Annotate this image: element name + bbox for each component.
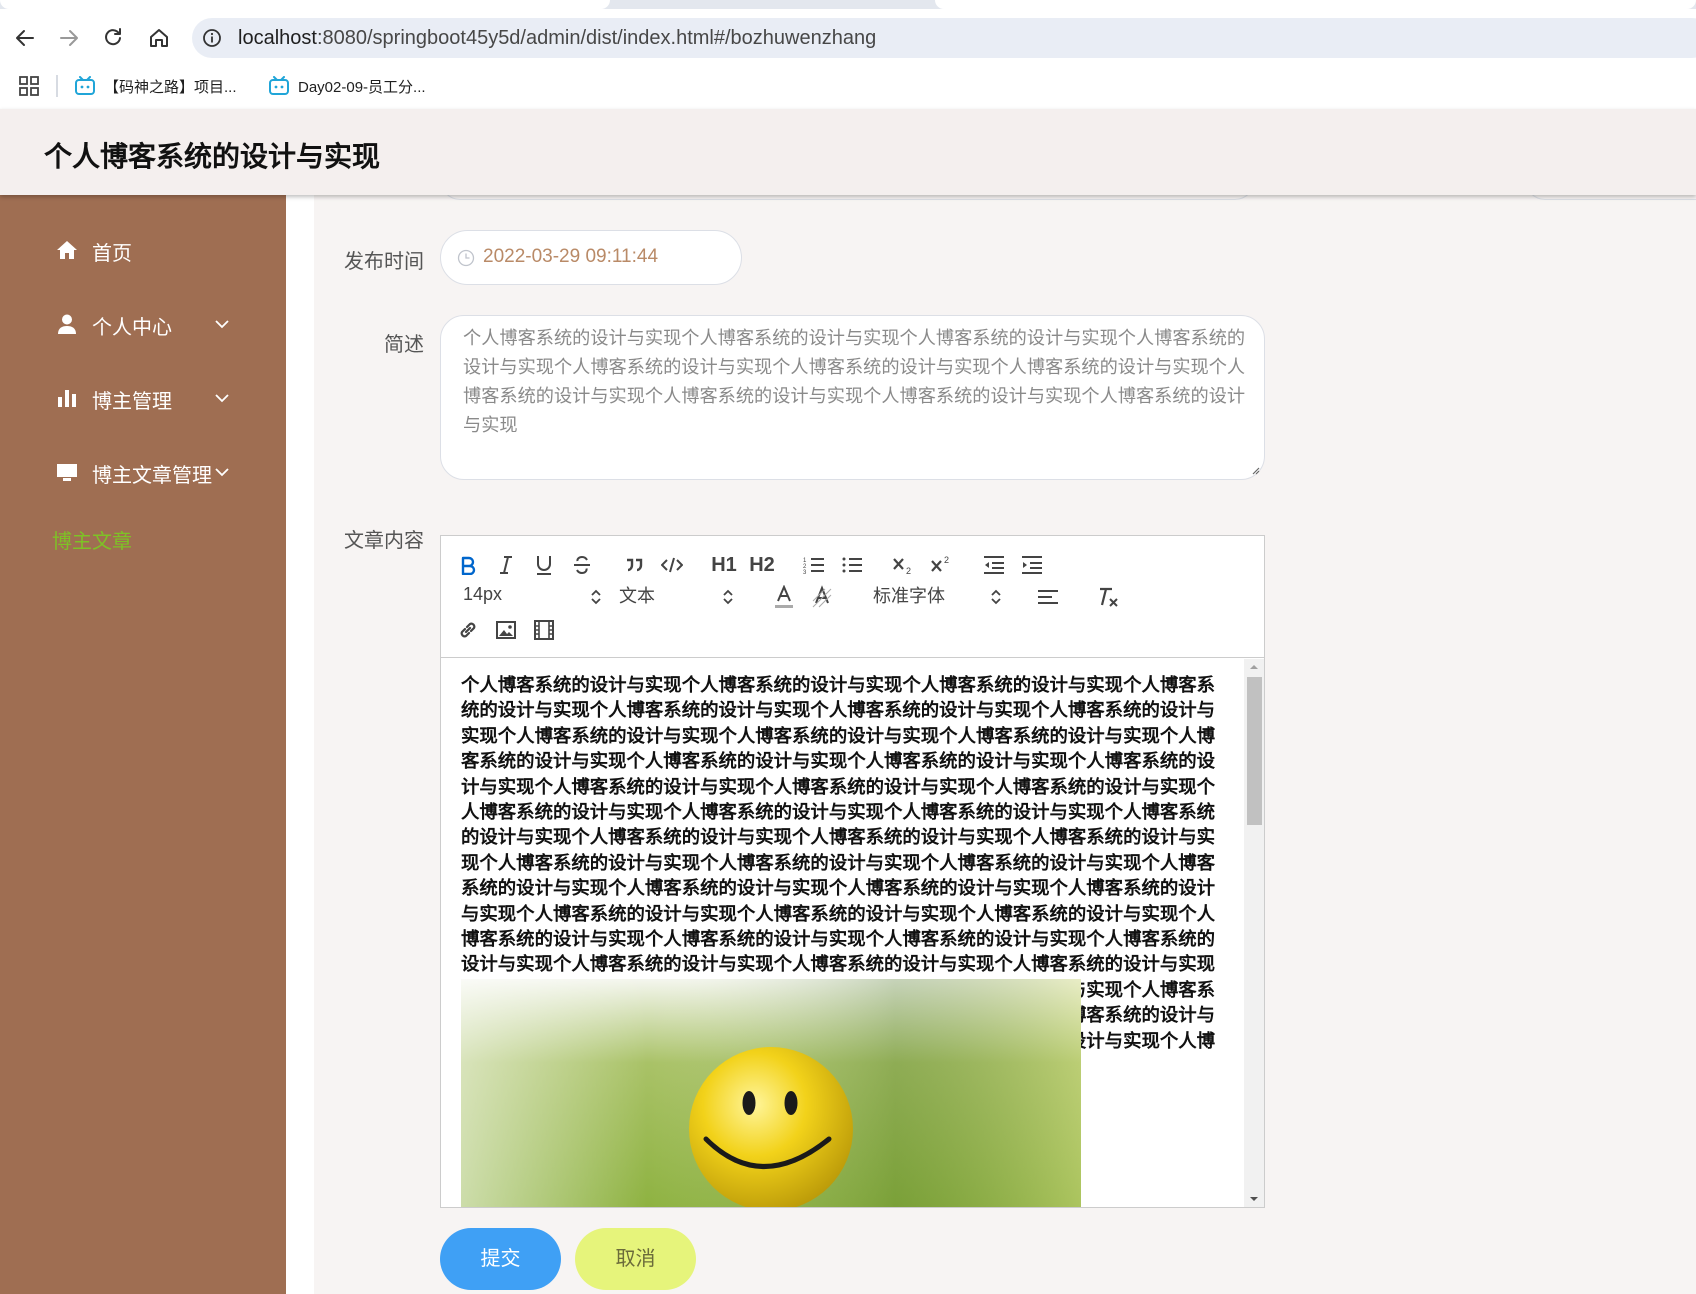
header-format-select[interactable]: 文本 [619, 582, 733, 608]
scroll-up-icon[interactable] [1249, 663, 1259, 671]
underline-icon[interactable] [529, 552, 559, 578]
bookmark-item[interactable]: 【码神之路】项目... [74, 72, 237, 100]
font-size-value: 14px [463, 584, 503, 604]
sidebar-item-label: 博主文章管理 [92, 465, 212, 487]
cancel-button[interactable]: 取消 [575, 1228, 696, 1290]
bullet-list-icon[interactable] [837, 552, 867, 578]
url-text[interactable]: localhost:8080/springboot45y5d/admin/dis… [238, 27, 876, 50]
resize-grip-icon[interactable] [1250, 465, 1260, 475]
reload-icon[interactable] [98, 23, 128, 53]
home-icon [57, 241, 77, 259]
code-block-icon[interactable] [657, 552, 687, 578]
sidebar: 首页 个人中心 博主管理 博主文章管理 博主文章 [0, 195, 286, 1294]
submit-button[interactable]: 提交 [440, 1228, 561, 1290]
scrollbar-thumb[interactable] [1247, 677, 1262, 825]
font-family-value: 标准字体 [873, 586, 945, 606]
font-size-select[interactable]: 14px [463, 584, 601, 610]
home-icon[interactable] [144, 23, 174, 53]
svg-text:3: 3 [803, 570, 807, 575]
rich-text-editor: H1 H2 123 2 2 14px 文本 标准字体 个人博客系统的设计与实现个… [440, 535, 1265, 1208]
text-color-icon[interactable] [769, 584, 799, 610]
sidebar-item-home[interactable]: 首页 [0, 225, 286, 275]
font-family-select[interactable]: 标准字体 [873, 582, 1001, 608]
indent-icon[interactable] [1017, 552, 1047, 578]
sidebar-item-label: 博主管理 [92, 391, 172, 413]
bookmark-label: 【码神之路】项目... [104, 78, 237, 96]
editor-content-area[interactable]: 个人博客系统的设计与实现个人博客系统的设计与实现个人博客系统的设计与实现个人博客… [441, 659, 1264, 1207]
browser-tab[interactable] [935, 0, 1696, 9]
video-icon[interactable] [529, 617, 559, 643]
editor-toolbar: H1 H2 123 2 2 14px 文本 标准字体 [441, 536, 1264, 658]
svg-text:2: 2 [906, 566, 911, 576]
forward-icon[interactable] [54, 23, 84, 53]
svg-text:2: 2 [944, 555, 949, 565]
scroll-down-icon[interactable] [1249, 1195, 1259, 1203]
bilibili-icon [269, 76, 289, 95]
browser-tab-active[interactable] [0, 0, 610, 9]
monitor-icon [57, 464, 77, 481]
browser-tab-strip [0, 0, 1696, 9]
summary-text: 个人博客系统的设计与实现个人博客系统的设计与实现个人博客系统的设计与实现个人博客… [463, 328, 1246, 436]
publish-time-input[interactable]: 2022-03-29 09:11:44 [440, 230, 742, 285]
italic-icon[interactable] [491, 552, 521, 578]
superscript-icon[interactable]: 2 [927, 552, 957, 578]
page-title: 个人博客系统的设计与实现 [44, 141, 381, 172]
browser-toolbar: localhost:8080/springboot45y5d/admin/dis… [0, 9, 1696, 67]
heading-2-button[interactable]: H2 [747, 552, 777, 578]
url-path: :8080/springboot45y5d/admin/dist/index.h… [316, 27, 877, 49]
sidebar-item-article-management[interactable]: 博主文章管理 [0, 447, 286, 497]
publish-time-value: 2022-03-29 09:11:44 [483, 246, 659, 267]
blockquote-icon[interactable] [619, 552, 649, 578]
bookmarks-bar: 【码神之路】项目... Day02-09-员工分... [0, 67, 1696, 109]
outdent-icon[interactable] [979, 552, 1009, 578]
content-label: 文章内容 [344, 530, 424, 552]
back-icon[interactable] [10, 23, 40, 53]
sidebar-item-blogger-management[interactable]: 博主管理 [0, 373, 286, 423]
publish-time-label: 发布时间 [344, 251, 424, 273]
bilibili-icon [75, 76, 95, 95]
chevron-down-icon [215, 394, 229, 403]
summary-label: 简述 [384, 334, 424, 356]
bold-icon[interactable] [453, 552, 483, 578]
sidebar-item-label: 个人中心 [92, 317, 172, 339]
sidebar-item-label: 首页 [92, 243, 132, 265]
address-bar[interactable]: localhost:8080/springboot45y5d/admin/dis… [192, 18, 1696, 58]
bookmark-item[interactable]: Day02-09-员工分... [268, 72, 426, 100]
summary-textarea[interactable]: 个人博客系统的设计与实现个人博客系统的设计与实现个人博客系统的设计与实现个人博客… [440, 315, 1265, 480]
link-icon[interactable] [453, 617, 483, 643]
url-host: localhost [238, 27, 317, 49]
site-info-icon[interactable] [202, 28, 222, 48]
subscript-icon[interactable]: 2 [889, 552, 919, 578]
heading-1-button[interactable]: H1 [709, 552, 739, 578]
chevron-down-icon [215, 320, 229, 329]
bookmarks-divider [56, 75, 58, 97]
align-left-icon[interactable] [1033, 584, 1063, 610]
background-color-icon[interactable] [807, 584, 837, 610]
image-icon[interactable] [491, 617, 521, 643]
sidebar-item-personal-center[interactable]: 个人中心 [0, 299, 286, 349]
select-caret-icon [723, 589, 733, 605]
bar-chart-icon [58, 390, 76, 407]
heading-2-label: H2 [749, 553, 775, 576]
ordered-list-icon[interactable]: 123 [799, 552, 829, 578]
bookmark-label: Day02-09-员工分... [298, 78, 426, 96]
heading-1-label: H1 [711, 553, 737, 576]
clear-format-icon[interactable] [1093, 584, 1123, 610]
strikethrough-icon[interactable] [567, 552, 597, 578]
chevron-down-icon [215, 468, 229, 477]
select-caret-icon [591, 589, 601, 605]
editor-scrollbar[interactable] [1244, 659, 1264, 1207]
apps-grid-icon[interactable] [18, 75, 40, 97]
smiley-golf-ball-image [461, 979, 1081, 1207]
select-caret-icon [991, 589, 1001, 605]
sidebar-subitem-blogger-article[interactable]: 博主文章 [52, 525, 132, 554]
clock-icon [457, 249, 475, 267]
user-icon [58, 314, 76, 334]
header-format-value: 文本 [619, 586, 655, 606]
app-header: 个人博客系统的设计与实现 [0, 109, 1696, 195]
